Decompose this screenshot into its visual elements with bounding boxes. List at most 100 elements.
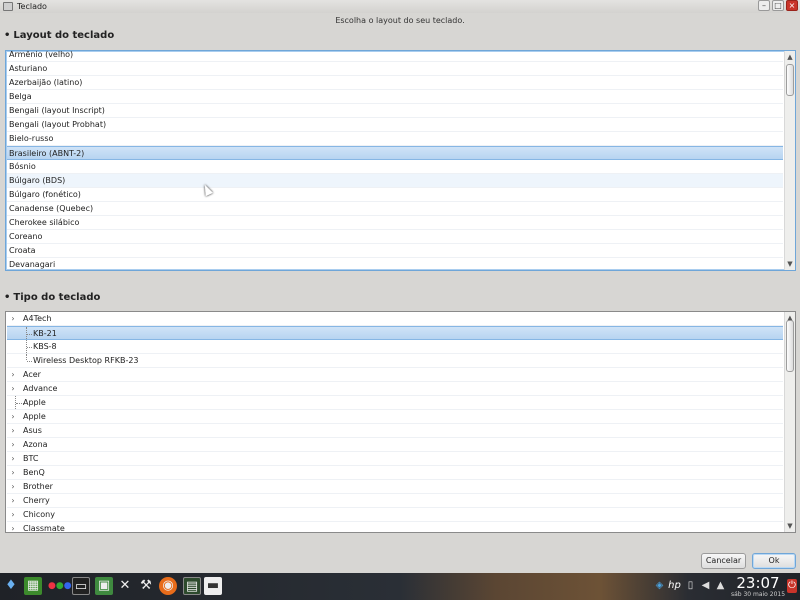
expand-arrow-icon[interactable]: › <box>10 438 16 451</box>
drive-icon[interactable]: ▬ <box>204 577 222 595</box>
cancel-button[interactable]: Cancelar <box>701 553 746 569</box>
expand-arrow-icon[interactable]: › <box>10 410 16 423</box>
type-section-title: • Tipo do teclado <box>4 292 100 303</box>
expand-arrow-icon[interactable]: › <box>10 452 16 465</box>
type-tree-rows: › A4Tech KB-21 KBS-8 Wireless Desktop RFKB-2… <box>7 312 783 533</box>
layout-list[interactable]: Armênio (velho) Asturiano Azerbaijão (lati… <box>5 50 796 271</box>
system-monitor-icon[interactable]: ▤ <box>183 577 201 595</box>
expand-arrow-icon[interactable]: › <box>10 466 16 479</box>
layout-list-item[interactable]: Cherokee silábico <box>7 216 783 230</box>
ok-button[interactable]: Ok <box>752 553 796 569</box>
expand-arrow-icon[interactable]: › <box>10 494 16 507</box>
tree-item-label: Advance <box>23 384 58 393</box>
layout-scrollbar[interactable]: ▲ ▼ <box>784 51 795 270</box>
layout-list-item[interactable]: Bósnio <box>7 160 783 174</box>
layout-list-item[interactable]: Croata <box>7 244 783 258</box>
layout-list-item[interactable]: Brasileiro (ABNT-2) <box>7 146 783 160</box>
minimize-icon[interactable]: – <box>758 0 770 11</box>
tree-child-item[interactable]: KB-21 <box>7 326 783 340</box>
tree-item[interactable]: › A4Tech <box>7 312 783 326</box>
firefox-icon[interactable]: ◉ <box>159 577 177 595</box>
tree-child-item[interactable]: KBS-8 <box>7 340 783 354</box>
layout-list-item[interactable]: Búlgaro (fonético) <box>7 188 783 202</box>
scroll-down-icon[interactable]: ▼ <box>785 522 795 530</box>
tree-item-label: Azona <box>23 440 48 449</box>
clock-time[interactable]: 23:07 <box>730 575 786 592</box>
scroll-down-icon[interactable]: ▼ <box>785 260 795 268</box>
layout-list-item[interactable]: Azerbaijão (latino) <box>7 76 783 90</box>
tree-item[interactable]: › Advance <box>7 382 783 396</box>
dots-icon[interactable]: ●●● <box>48 577 72 595</box>
close-icon[interactable]: × <box>786 0 798 11</box>
expand-arrow-icon[interactable]: › <box>10 522 16 532</box>
expand-arrow-icon[interactable]: › <box>10 480 16 493</box>
layout-scroll-thumb[interactable] <box>786 64 794 96</box>
tree-item-label: KBS-8 <box>33 342 57 351</box>
layout-list-item[interactable]: Bengali (layout Inscript) <box>7 104 783 118</box>
tree-item[interactable]: Apple <box>7 396 783 410</box>
type-section-label: Tipo do teclado <box>13 292 101 303</box>
layout-section-title: • Layout do teclado <box>4 30 114 41</box>
scroll-up-icon[interactable]: ▲ <box>785 53 795 61</box>
volume-icon[interactable]: ◀ <box>699 579 712 593</box>
type-scrollbar[interactable]: ▲ ▼ <box>784 312 795 532</box>
hp-icon[interactable]: hp <box>668 579 681 593</box>
type-tree[interactable]: › A4Tech KB-21 KBS-8 Wireless Desktop RFKB-2… <box>5 311 796 533</box>
maximize-icon[interactable]: □ <box>772 0 784 11</box>
tree-item[interactable]: › Azona <box>7 438 783 452</box>
layout-list-item[interactable]: Belga <box>7 90 783 104</box>
app-icon <box>3 2 13 11</box>
layout-list-item[interactable]: Armênio (velho) <box>7 51 783 62</box>
layout-list-item[interactable]: Devanagari <box>7 258 783 270</box>
expand-arrow-icon[interactable]: › <box>10 368 16 381</box>
bullet-icon: • <box>4 292 11 303</box>
monitor-icon[interactable]: ▣ <box>95 577 113 595</box>
tree-item[interactable]: › Classmate <box>7 522 783 533</box>
layout-list-item[interactable]: Bielo-russo <box>7 132 783 146</box>
settings-tools-icon[interactable]: ⚒ <box>137 577 155 595</box>
type-scroll-thumb[interactable] <box>786 320 794 372</box>
tree-item-label: Wireless Desktop RFKB-23 <box>33 356 139 365</box>
tree-connector <box>26 354 27 360</box>
bullet-icon: • <box>4 30 11 41</box>
tree-connector <box>27 361 32 362</box>
tree-item[interactable]: › BTC <box>7 452 783 466</box>
expand-arrow-icon[interactable]: › <box>10 312 16 325</box>
expand-arrow-icon[interactable]: › <box>10 424 16 437</box>
game-icon[interactable]: ▦ <box>24 577 42 595</box>
tree-item[interactable]: › Cherry <box>7 494 783 508</box>
tree-item-label: Classmate <box>23 524 65 533</box>
layout-list-item[interactable]: Coreano <box>7 230 783 244</box>
tree-connector <box>26 327 27 339</box>
tree-item-label: Apple <box>23 412 46 421</box>
title-bar: Teclado – □ × <box>0 0 800 13</box>
tree-item[interactable]: › Apple <box>7 410 783 424</box>
instruction-text: Escolha o layout do seu teclado. <box>335 16 465 25</box>
layout-list-item[interactable]: Búlgaro (BDS) <box>7 174 783 188</box>
expand-arrow-icon[interactable]: › <box>10 508 16 521</box>
tree-connector <box>27 347 32 348</box>
shutdown-icon[interactable]: ⏻ <box>787 579 797 593</box>
tree-item-label: Chicony <box>23 510 55 519</box>
up-arrow-icon[interactable]: ▲ <box>714 579 727 593</box>
clipboard-icon[interactable]: ▯ <box>684 579 697 593</box>
tree-item-label: Cherry <box>23 496 50 505</box>
tools-icon[interactable]: ✕ <box>116 577 134 595</box>
start-menu-icon[interactable]: ♦ <box>2 577 20 595</box>
layout-list-item[interactable]: Asturiano <box>7 62 783 76</box>
expand-arrow-icon[interactable]: › <box>10 382 16 395</box>
tree-item-label: Acer <box>23 370 41 379</box>
network-icon[interactable]: ◈ <box>653 579 666 593</box>
layout-list-item[interactable]: Canadense (Quebec) <box>7 202 783 216</box>
terminal-icon[interactable]: ▭ <box>72 577 90 595</box>
tree-item-label: A4Tech <box>23 314 52 323</box>
tree-item[interactable]: › Acer <box>7 368 783 382</box>
tree-item[interactable]: › BenQ <box>7 466 783 480</box>
tree-item[interactable]: › Chicony <box>7 508 783 522</box>
tree-child-item[interactable]: Wireless Desktop RFKB-23 <box>7 354 783 368</box>
layout-section-label: Layout do teclado <box>13 30 115 41</box>
tree-item[interactable]: › Brother <box>7 480 783 494</box>
layout-list-item[interactable]: Bengali (layout Probhat) <box>7 118 783 132</box>
clock-date: sáb 30 maio 2015 <box>730 591 786 598</box>
tree-item[interactable]: › Asus <box>7 424 783 438</box>
